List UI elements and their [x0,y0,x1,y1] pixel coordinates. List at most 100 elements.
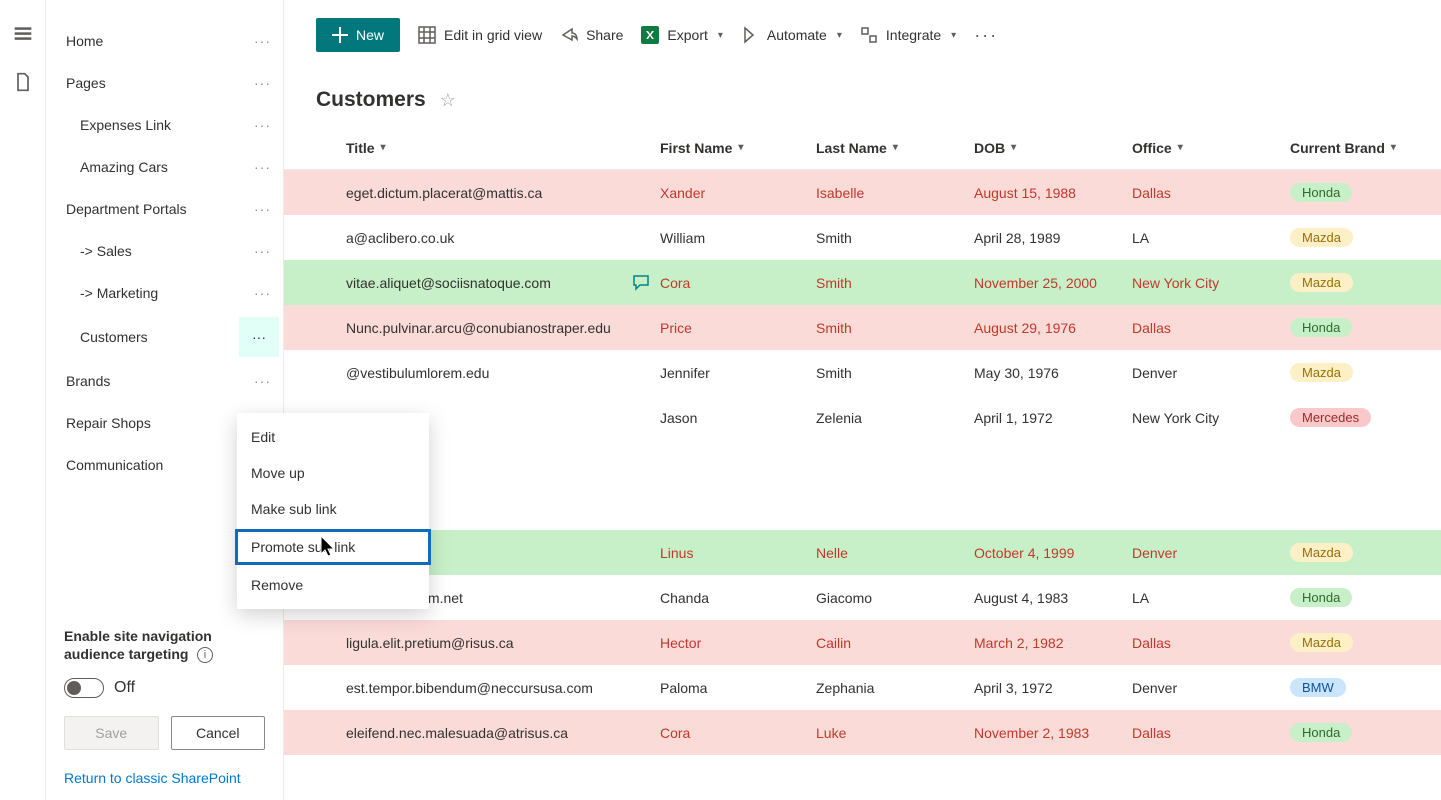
brand-badge: Honda [1290,723,1352,742]
export-button[interactable]: Export ▾ [641,26,723,44]
column-header-title[interactable]: Title▾ [284,140,660,156]
table-row[interactable]: ligula.elit.pretium@risus.caHectorCailin… [284,620,1441,665]
cell-office: Dallas [1132,185,1290,201]
cell-last: Smith [816,365,974,381]
chevron-down-icon: ▾ [1178,142,1183,153]
nav-item-label: Department Portals [66,201,187,217]
chevron-down-icon: ▾ [1391,142,1396,153]
table-row[interactable]: Nullam@Etiam.netChandaGiacomoAugust 4, 1… [284,575,1441,620]
new-button[interactable]: New [316,18,400,52]
nav-item-more-button[interactable]: ··· [254,117,271,133]
nav-item-more-button[interactable]: ··· [239,317,279,357]
column-header-last-name[interactable]: Last Name▾ [816,140,974,156]
nav-item-label: Brands [66,373,110,389]
column-header-label: Current Brand [1290,140,1385,156]
table-row[interactable]: @vestibulumlorem.eduJenniferSmithMay 30,… [284,350,1441,395]
nav-item-amazing-cars[interactable]: Amazing Cars··· [46,146,283,188]
table-row[interactable]: eleifend.nec.malesuada@atrisus.caCoraLuk… [284,710,1441,755]
share-button[interactable]: Share [560,26,623,44]
table-row[interactable]: @in.eduLinusNelleOctober 4, 1999DenverMa… [284,530,1441,575]
column-header-first-name[interactable]: First Name▾ [660,140,816,156]
cell-title[interactable]: vitae.aliquet@sociisnatoque.com [346,275,660,291]
nav-item--sales[interactable]: -> Sales··· [46,230,283,272]
table-row-gap [284,440,1441,485]
cell-last: Zelenia [816,410,974,426]
cell-title[interactable]: @vestibulumlorem.edu [346,365,660,381]
cell-last: Smith [816,320,974,336]
nav-item-customers[interactable]: Customers··· [46,314,283,360]
cell-first: Linus [660,545,816,561]
cell-office: Denver [1132,545,1290,561]
share-icon [560,26,578,44]
table-row[interactable]: est.tempor.bibendum@neccursusa.comPaloma… [284,665,1441,710]
nav-item-label: Home [66,33,103,49]
cell-title[interactable]: Nunc.pulvinar.arcu@conubianostraper.edu [346,320,660,336]
edit-grid-label: Edit in grid view [444,27,542,43]
nav-item-label: Expenses Link [80,117,171,133]
column-header-office[interactable]: Office▾ [1132,140,1290,156]
page-icon[interactable] [13,72,33,92]
classic-sharepoint-link[interactable]: Return to classic SharePoint [64,770,265,786]
info-icon[interactable]: i [197,647,213,663]
context-menu-remove[interactable]: Remove [237,567,429,603]
cell-first: Cora [660,725,816,741]
cell-first: Paloma [660,680,816,696]
edit-in-grid-button[interactable]: Edit in grid view [418,26,542,44]
context-menu-make-sub-link[interactable]: Make sub link [237,491,429,527]
context-menu-edit[interactable]: Edit [237,419,429,455]
list-title: Customers [316,88,426,112]
cell-title[interactable]: eleifend.nec.malesuada@atrisus.ca [346,725,660,741]
cell-title[interactable]: ligula.elit.pretium@risus.ca [346,635,660,651]
nav-item-more-button[interactable]: ··· [254,243,271,259]
audience-targeting-label: Enable site navigation audience targetin… [64,628,212,662]
favorite-star-icon[interactable]: ☆ [440,90,456,111]
cell-office: LA [1132,590,1290,606]
chevron-down-icon: ▾ [837,30,842,41]
cell-title[interactable]: est.tempor.bibendum@neccursusa.com [346,680,660,696]
cell-dob: August 29, 1976 [974,320,1132,336]
nav-item-expenses-link[interactable]: Expenses Link ··· [46,104,283,146]
cell-last: Nelle [816,545,974,561]
nav-item--marketing[interactable]: -> Marketing··· [46,272,283,314]
cell-dob: April 3, 1972 [974,680,1132,696]
context-menu-promote-sub-link[interactable]: Promote sub link [235,529,431,565]
nav-item-label: Repair Shops [66,415,151,431]
flow-icon [741,26,759,44]
nav-item-pages[interactable]: Pages··· [46,62,283,104]
cell-first: Jason [660,410,816,426]
audience-targeting-toggle[interactable] [64,678,104,698]
table-row[interactable]: a@aclibero.co.ukWilliamSmithApril 28, 19… [284,215,1441,260]
nav-item-more-button[interactable]: ··· [254,373,271,389]
table-row[interactable]: on.comJasonZeleniaApril 1, 1972New York … [284,395,1441,440]
column-header-dob[interactable]: DOB▾ [974,140,1132,156]
nav-item-brands[interactable]: Brands ··· [46,360,283,402]
cell-last: Smith [816,275,974,291]
automate-button[interactable]: Automate ▾ [741,26,842,44]
cell-first: Xander [660,185,816,201]
cell-office: Denver [1132,680,1290,696]
integrate-button[interactable]: Integrate ▾ [860,26,956,44]
column-header-label: Title [346,140,375,156]
nav-item-department-portals[interactable]: Department Portals ··· [46,188,283,230]
nav-item-more-button[interactable]: ··· [254,201,271,217]
nav-item-home[interactable]: Home ··· [46,20,283,62]
context-menu-move-up[interactable]: Move up [237,455,429,491]
column-header-current-brand[interactable]: Current Brand ▾ [1290,140,1440,156]
grid-icon[interactable] [13,24,33,44]
nav-item-more-button[interactable]: ··· [254,33,271,49]
cell-title[interactable]: a@aclibero.co.uk [346,230,660,246]
table-row[interactable]: Nunc.pulvinar.arcu@conubianostraper.eduP… [284,305,1441,350]
nav-item-more-button[interactable]: ··· [254,159,271,175]
cancel-button[interactable]: Cancel [171,716,266,750]
cell-title[interactable]: eget.dictum.placerat@mattis.ca [346,185,660,201]
nav-item-more-button[interactable]: ··· [254,75,271,91]
cell-dob: November 2, 1983 [974,725,1132,741]
list-title-bar: Customers ☆ [284,62,1441,126]
chevron-down-icon: ▾ [718,30,723,41]
comment-icon[interactable] [632,275,650,291]
chevron-down-icon: ▾ [893,142,898,153]
more-actions-button[interactable]: ··· [974,25,998,46]
nav-item-more-button[interactable]: ··· [254,285,271,301]
table-row[interactable]: vitae.aliquet@sociisnatoque.comCoraSmith… [284,260,1441,305]
table-row[interactable]: eget.dictum.placerat@mattis.caXanderIsab… [284,170,1441,215]
